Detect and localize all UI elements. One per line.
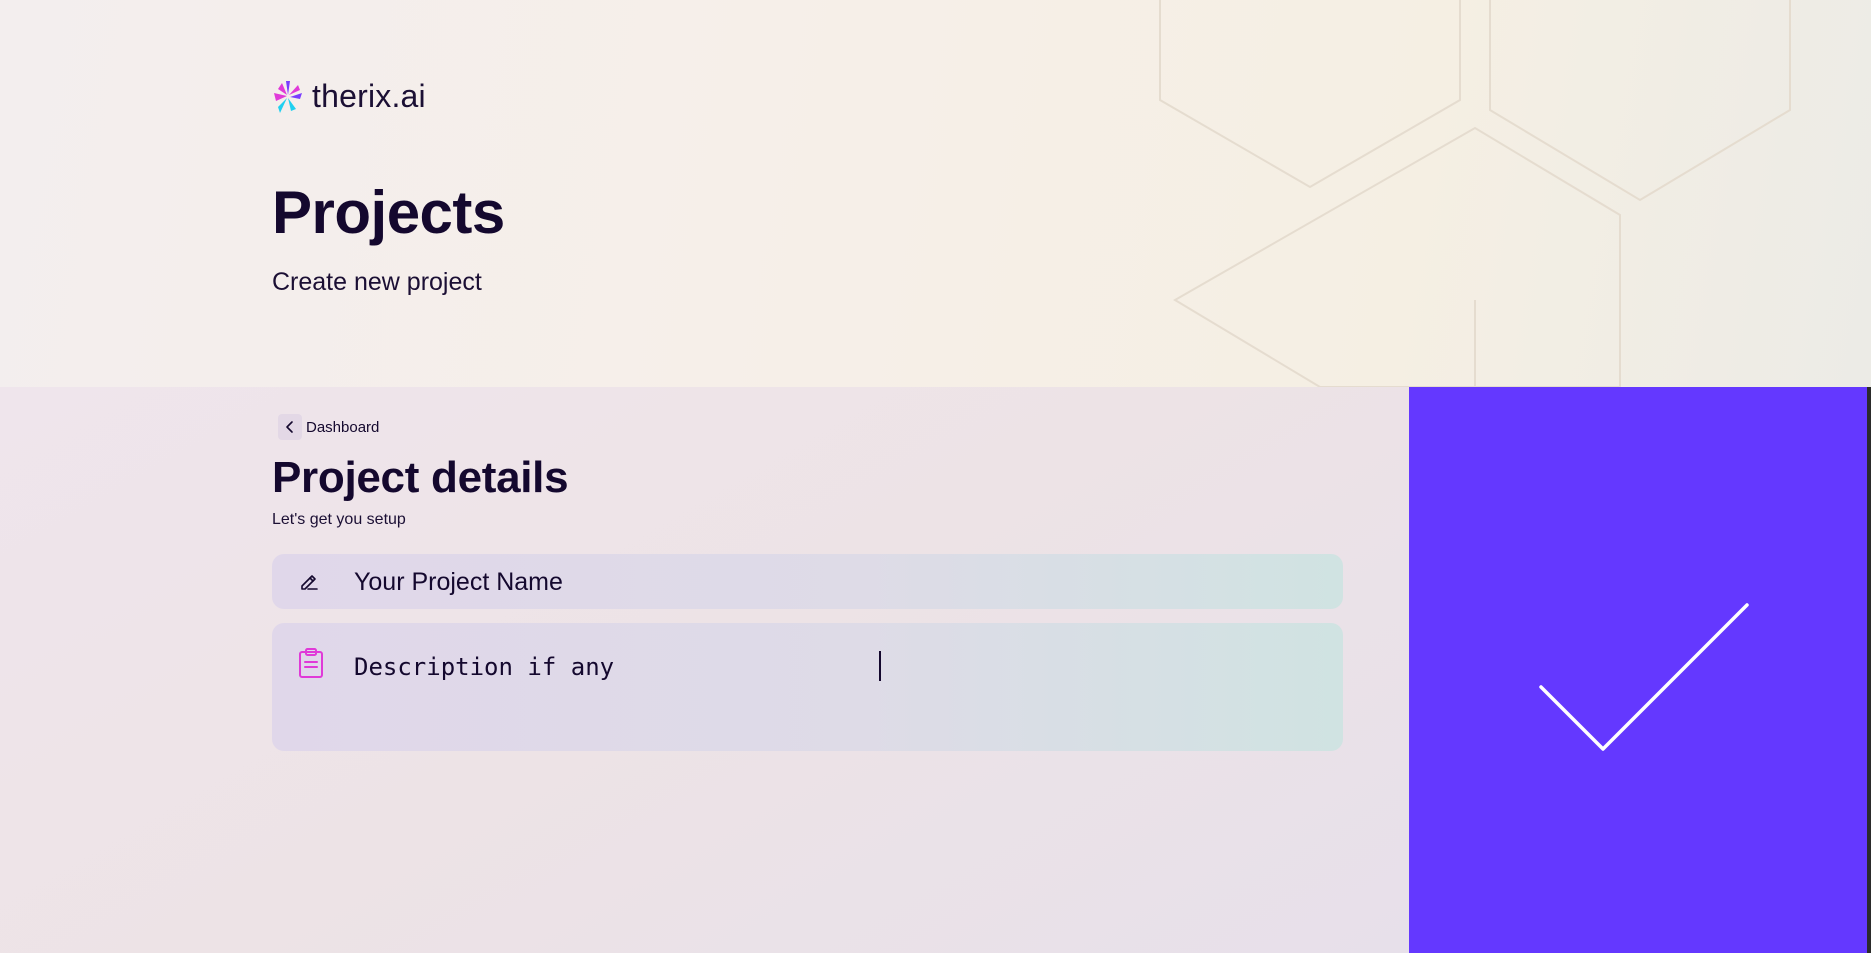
hero-header: therix.ai Projects Create new project	[0, 0, 1871, 387]
project-description-field[interactable]: Description if any	[272, 623, 1343, 751]
confirm-button[interactable]	[1409, 387, 1867, 953]
brand-name: therix.ai	[312, 78, 426, 114]
page-title: Projects	[272, 179, 505, 246]
back-link-label: Dashboard	[306, 418, 380, 436]
project-description-input[interactable]: Description if any	[352, 651, 1316, 741]
project-name-input[interactable]	[352, 554, 1316, 611]
project-name-field[interactable]	[272, 554, 1343, 611]
chevron-left-icon	[278, 414, 302, 440]
section-title: Project details	[272, 453, 569, 502]
therix-logo-icon	[274, 80, 302, 113]
clipboard-icon	[298, 647, 324, 684]
window-edge	[1867, 387, 1871, 953]
brand-logo[interactable]: therix.ai	[272, 78, 426, 115]
text-caret	[879, 651, 881, 681]
section-subtitle: Let's get you setup	[272, 511, 406, 528]
decorative-hexagon-pattern	[1159, 0, 1791, 387]
checkmark-icon	[1539, 603, 1749, 751]
pencil-icon	[298, 570, 320, 597]
page-subtitle: Create new project	[272, 268, 482, 296]
project-form-section: Dashboard Project details Let's get you …	[0, 387, 1409, 953]
back-to-dashboard-link[interactable]: Dashboard	[278, 414, 379, 440]
